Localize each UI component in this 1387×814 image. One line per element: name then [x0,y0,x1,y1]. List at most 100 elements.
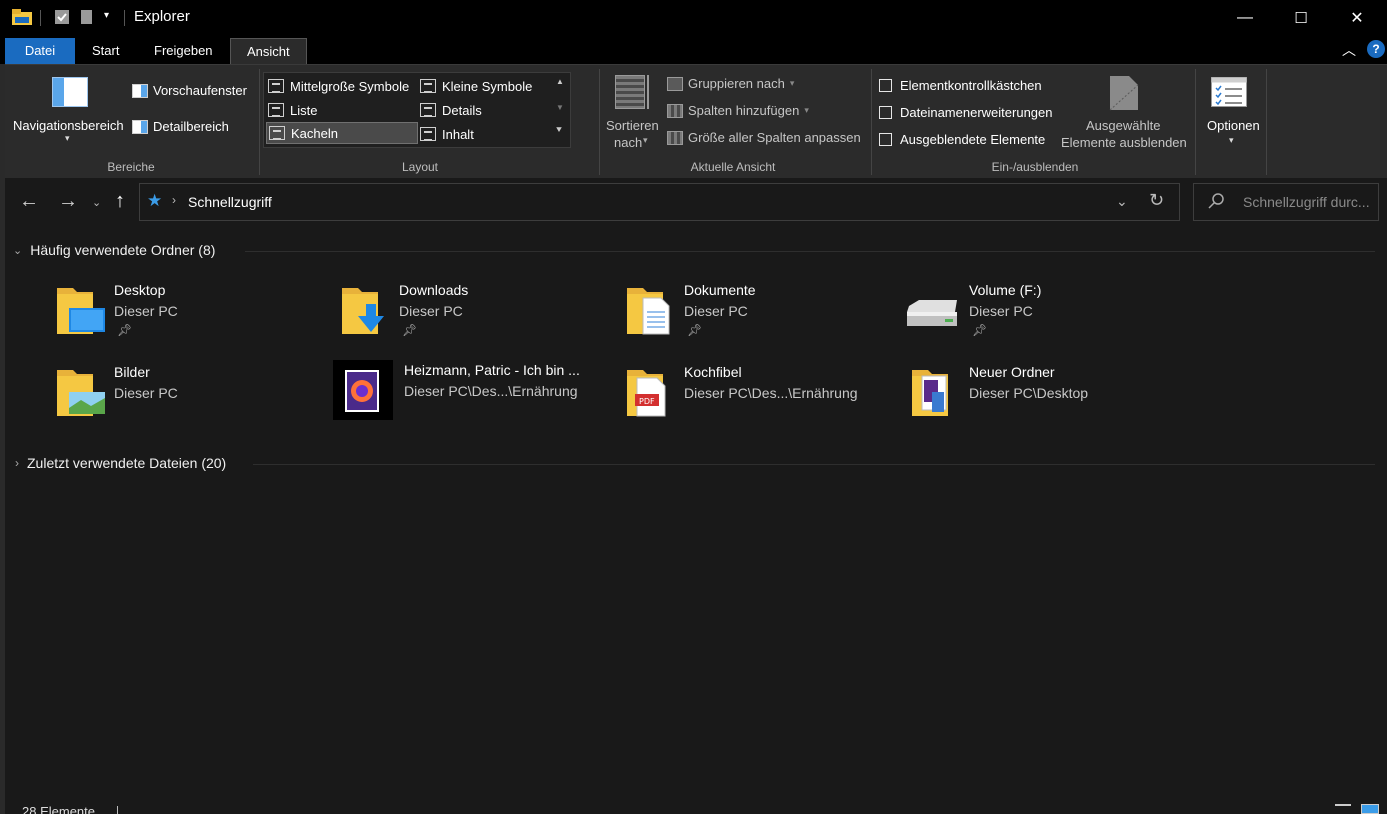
spalten-anpassen-button[interactable]: Größe aller Spalten anpassen [667,130,861,145]
gallery-scroll-down-icon[interactable]: ▼ [556,103,564,112]
forward-arrow-icon[interactable]: → [58,190,78,213]
navigation-bar: ← → ⌄ ↑ ★ › Schnellzugriff ⌄ ↻ Schnellzu… [5,178,1387,228]
details-icon [420,103,436,117]
tile-kochfibel[interactable]: PDF Kochfibel Dieser PC\Des...\Ernährung [625,362,895,422]
status-bar: 28 Elemente [5,798,1387,814]
section-header-frequent[interactable]: ⌄ Häufig verwendete Ordner (8) [13,242,215,258]
divider [117,806,118,814]
vorschaufenster-label: Vorschaufenster [153,83,247,98]
elemente-ausblenden-label: Elemente ausblenden [1061,135,1187,150]
pictures-folder-icon [55,364,105,416]
layout-label: Kacheln [291,125,338,141]
tile-neuer-ordner[interactable]: Neuer Ordner Dieser PC\Desktop [910,362,1180,422]
optionen-button[interactable]: Optionen ▾ [1199,73,1265,153]
ribbon: Navigationsbereich ▾ Vorschaufenster Det… [5,64,1387,178]
group-separator [259,69,260,175]
tile-location: Dieser PC [684,303,748,319]
layout-kacheln[interactable]: Kacheln [266,122,418,144]
sort-icon [615,75,645,109]
layout-mittelgrosse-symbole[interactable]: Mittelgroße Symbole [268,75,418,97]
file-view: ⌄ Häufig verwendete Ordner (8) Desktop D… [5,228,1387,798]
gruppieren-button[interactable]: Gruppieren nach ▾ [667,76,794,91]
layout-kleine-symbole[interactable]: Kleine Symbole [420,75,550,97]
close-button[interactable]: ✕ [1334,0,1380,36]
folder-icon[interactable] [12,9,32,25]
large-icons-view-icon[interactable] [1361,804,1379,814]
tile-location: Dieser PC\Des...\Ernährung [684,385,858,401]
group-separator [1266,69,1267,175]
dateinamenerweiterungen-checkbox[interactable]: Dateinamenerweiterungen [879,105,1052,120]
navigation-pane-icon [52,77,88,107]
tile-dokumente[interactable]: Dokumente Dieser PC 📌︎ [625,280,895,350]
spalten-hinzufuegen-button[interactable]: Spalten hinzufügen ▾ [667,103,809,118]
layout-details[interactable]: Details [420,99,550,121]
detailbereich-button[interactable]: Detailbereich [132,119,229,134]
tile-desktop[interactable]: Desktop Dieser PC 📌︎ [55,280,325,350]
tile-location: Dieser PC [114,303,178,319]
layout-gallery: Mittelgroße Symbole Kleine Symbole Liste… [263,72,571,148]
details-pane-icon [132,119,148,134]
ausgeblendete-elemente-checkbox[interactable]: Ausgeblendete Elemente [879,132,1045,147]
tile-name: Downloads [399,282,469,298]
item-count: 28 Elemente [22,804,95,814]
ausgewaehlte-label: Ausgewählte [1086,118,1161,133]
tile-location: Dieser PC [114,385,178,401]
content-icon [420,127,436,141]
size-columns-icon [667,130,683,145]
sortieren-button[interactable]: Sortieren nach ▾ [603,73,663,153]
back-arrow-icon[interactable]: ← [19,190,39,213]
gallery-expand-icon[interactable]: ⯆ [555,125,563,136]
downloads-folder-icon [340,282,384,334]
search-placeholder: Schnellzugriff durc... [1243,194,1370,210]
search-box[interactable]: Schnellzugriff durc... [1193,183,1379,221]
details-view-icon[interactable] [1335,804,1351,814]
breadcrumb-chevron-icon[interactable]: › [172,193,176,207]
chevron-down-icon: ▾ [804,105,809,115]
list-icon [268,103,284,117]
new-folder-icon[interactable] [80,9,94,25]
pin-icon: 📌︎ [117,323,133,337]
refresh-icon[interactable]: ↻ [1149,190,1164,211]
tab-ansicht[interactable]: Ansicht [230,38,307,64]
section-divider [253,464,1375,465]
optionen-label: Optionen [1207,118,1260,133]
section-title: Häufig verwendete Ordner (8) [30,242,216,258]
layout-liste[interactable]: Liste [268,99,418,121]
chevron-down-icon: ▾ [789,78,795,88]
layout-inhalt[interactable]: Inhalt [420,123,550,145]
minimize-button[interactable]: — [1222,0,1268,36]
tile-name: Desktop [114,282,166,298]
breadcrumb-schnellzugriff[interactable]: Schnellzugriff [188,194,272,210]
properties-icon[interactable] [54,9,70,25]
gallery-scroll-up-icon[interactable]: ▲ [556,77,564,86]
tab-freigeben[interactable]: Freigeben [138,38,229,64]
ribbon-tabs: Datei Start Freigeben Ansicht ︿ ? [0,36,1387,64]
search-icon [1208,193,1224,212]
tab-start[interactable]: Start [76,38,135,64]
tile-bilder[interactable]: Bilder Dieser PC [55,362,325,422]
layout-label: Liste [290,102,318,118]
recent-locations-chevron-icon[interactable]: ⌄ [92,196,101,209]
up-arrow-icon[interactable]: ↑ [115,190,125,213]
vorschaufenster-button[interactable]: Vorschaufenster [132,83,247,98]
tab-datei[interactable]: Datei [5,38,75,64]
tile-location: Dieser PC\Des...\Ernährung [404,383,578,399]
section-header-recent[interactable]: › Zuletzt verwendete Dateien (20) [15,455,226,471]
maximize-button[interactable]: ☐ [1278,0,1324,36]
address-dropdown-chevron-icon[interactable]: ⌄ [1116,193,1128,210]
preview-pane-icon [132,83,148,98]
tile-volume-f[interactable]: Volume (F:) Dieser PC 📌︎ [905,280,1175,350]
chevron-down-icon: ▾ [643,135,648,145]
tile-downloads[interactable]: Downloads Dieser PC 📌︎ [340,280,610,350]
collapse-ribbon-icon[interactable]: ︿ [1342,40,1356,60]
tile-heizmann[interactable]: Heizmann, Patric - Ich bin ... Dieser PC… [333,360,613,422]
section-divider [245,251,1375,252]
ausgewaehlte-elemente-ausblenden-button[interactable]: Ausgewählte Elemente ausblenden [1059,73,1189,153]
customize-toolbar-chevron-icon[interactable]: ▾ [104,10,109,21]
new-folder-thumbnail-icon [910,364,954,416]
elementkontrollkaestchen-checkbox[interactable]: Elementkontrollkästchen [879,78,1042,93]
address-bar[interactable]: ★ › Schnellzugriff ⌄ ↻ [139,183,1180,221]
help-icon[interactable]: ? [1367,40,1385,58]
navigationsbereich-button[interactable]: Navigationsbereich ▾ [13,75,127,147]
ausgeblendete-elemente-label: Ausgeblendete Elemente [900,132,1046,147]
